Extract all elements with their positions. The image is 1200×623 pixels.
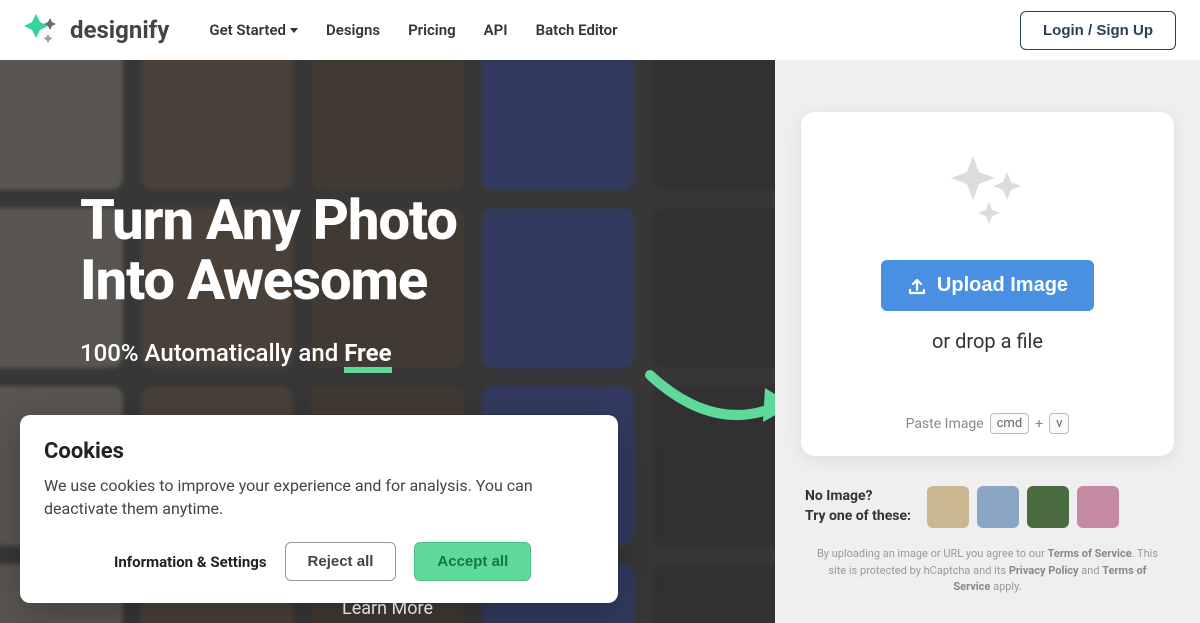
key-cmd: cmd (990, 413, 1030, 434)
cookie-actions: Information & Settings Reject all Accept… (44, 542, 594, 581)
hero-sub-prefix: 100% Automatically and (80, 339, 344, 367)
arrow-icon (645, 360, 775, 450)
nav-designs[interactable]: Designs (326, 21, 380, 39)
chevron-down-icon (290, 28, 298, 33)
cookie-text: We use cookies to improve your experienc… (44, 474, 594, 520)
upload-button-label: Upload Image (937, 274, 1068, 297)
drop-file-text: or drop a file (821, 329, 1154, 353)
nav-get-started[interactable]: Get Started (209, 21, 298, 39)
nav-batch-editor[interactable]: Batch Editor (536, 21, 618, 39)
nav-api[interactable]: API (484, 21, 508, 39)
logo-sparkle-icon (24, 12, 60, 48)
paste-label: Paste Image (906, 416, 984, 432)
header: designify Get Started Designs Pricing AP… (0, 0, 1200, 60)
nav-pricing[interactable]: Pricing (408, 21, 456, 39)
upload-panel: Upload Image or drop a file Paste Image … (775, 60, 1200, 623)
hero-title-line1: Turn Any Photo (80, 190, 457, 250)
sparkles-icon (945, 152, 1031, 232)
sample-thumbs (927, 486, 1119, 528)
samples-line1: No Image? (805, 487, 911, 507)
hero-sub-free: Free (344, 339, 391, 373)
sample-thumb-2[interactable] (977, 486, 1019, 528)
hero-title: Turn Any Photo Into Awesome (80, 190, 457, 311)
paste-hint: Paste Image cmd + v (821, 413, 1154, 434)
upload-image-button[interactable]: Upload Image (881, 260, 1094, 311)
key-v: v (1049, 413, 1069, 434)
samples-line2: Try one of these: (805, 507, 911, 527)
main-nav: Get Started Designs Pricing API Batch Ed… (209, 21, 617, 39)
sample-thumb-1[interactable] (927, 486, 969, 528)
logo[interactable]: designify (24, 12, 169, 48)
cookie-banner: Cookies We use cookies to improve your e… (20, 415, 618, 603)
hero-title-line2: Into Awesome (80, 250, 457, 310)
logo-text: designify (70, 16, 169, 44)
hero-subtitle: 100% Automatically and Free (80, 339, 457, 373)
nav-get-started-label: Get Started (209, 21, 286, 39)
sample-images-row: No Image? Try one of these: (801, 486, 1174, 528)
upload-card[interactable]: Upload Image or drop a file Paste Image … (801, 112, 1174, 456)
cookie-title: Cookies (44, 439, 594, 464)
sample-thumb-3[interactable] (1027, 486, 1069, 528)
sample-thumb-4[interactable] (1077, 486, 1119, 528)
accept-all-button[interactable]: Accept all (414, 542, 531, 581)
login-signup-button[interactable]: Login / Sign Up (1020, 11, 1176, 50)
samples-text: No Image? Try one of these: (805, 487, 911, 526)
privacy-policy-link[interactable]: Privacy Policy (1009, 564, 1079, 577)
hero-content: Turn Any Photo Into Awesome 100% Automat… (80, 190, 457, 373)
reject-all-button[interactable]: Reject all (285, 542, 397, 581)
tos-link[interactable]: Terms of Service (1048, 547, 1132, 560)
cookie-info-link[interactable]: Information & Settings (114, 553, 267, 571)
upload-icon (907, 276, 927, 296)
key-plus: + (1035, 416, 1043, 432)
legal-text: By uploading an image or URL you agree t… (801, 546, 1174, 596)
